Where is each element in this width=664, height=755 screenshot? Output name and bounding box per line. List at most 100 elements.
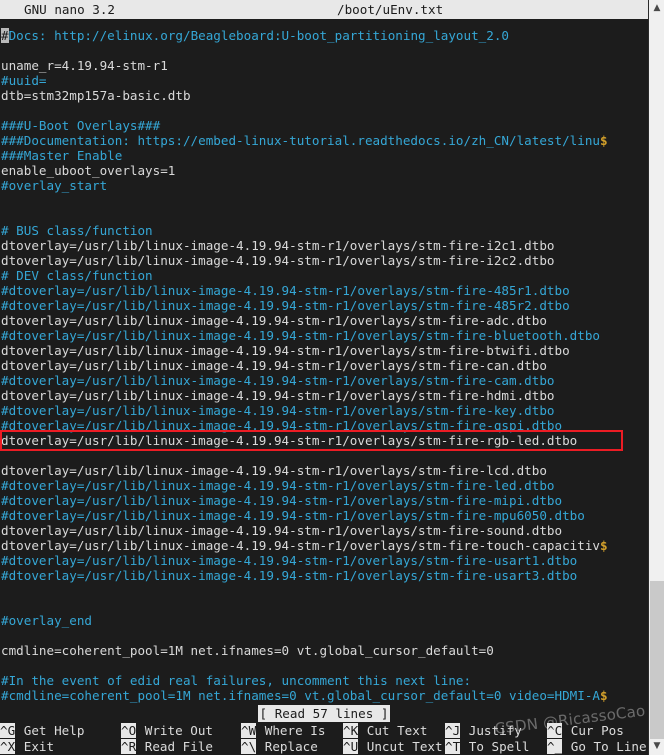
shortcut-where-is[interactable]: ^W Where Is	[241, 722, 343, 738]
line-text: #dtoverlay=/usr/lib/linux-image-4.19.94-…	[1, 568, 578, 583]
line-text: dtoverlay=/usr/lib/linux-image-4.19.94-s…	[1, 343, 570, 358]
line-text: ###U-Boot Overlays###	[1, 118, 161, 133]
editor-line[interactable]: enable_uboot_overlays=1	[1, 163, 648, 178]
vertical-scrollbar[interactable]: ▲ ▼	[648, 0, 664, 755]
editor-line[interactable]: dtoverlay=/usr/lib/linux-image-4.19.94-s…	[1, 343, 648, 358]
scrollbar-thumb[interactable]	[650, 581, 664, 739]
shortcut-key: ^W	[241, 722, 257, 738]
editor-line[interactable]: #dtoverlay=/usr/lib/linux-image-4.19.94-…	[1, 478, 648, 493]
shortcut-help-bar: ^G Get Help ^O Write Out ^W Where Is ^K Cut…	[0, 722, 648, 755]
line-text: dtoverlay=/usr/lib/linux-image-4.19.94-s…	[1, 388, 555, 403]
editor-line[interactable]: dtoverlay=/usr/lib/linux-image-4.19.94-s…	[1, 538, 648, 553]
editor-line[interactable]: dtoverlay=/usr/lib/linux-image-4.19.94-s…	[1, 433, 648, 448]
line-text: #uuid=	[1, 73, 47, 88]
editor-line[interactable]: #In the event of edid real failures, unc…	[1, 673, 648, 688]
line-text: dtoverlay=/usr/lib/linux-image-4.19.94-s…	[1, 253, 555, 268]
editor-line[interactable]: dtoverlay=/usr/lib/linux-image-4.19.94-s…	[1, 253, 648, 268]
editor-line[interactable]: #dtoverlay=/usr/lib/linux-image-4.19.94-…	[1, 373, 648, 388]
shortcut-label: Get Help	[16, 722, 85, 738]
editor-line[interactable]: #dtoverlay=/usr/lib/linux-image-4.19.94-…	[1, 493, 648, 508]
shortcut-uncut-text[interactable]: ^U Uncut Text	[343, 738, 445, 754]
line-text: # DEV class/function	[1, 268, 153, 283]
shortcut-key: ^_	[547, 738, 563, 754]
shortcut-label: Replace	[257, 738, 318, 754]
shortcut-to-spell[interactable]: ^T To Spell	[445, 738, 547, 754]
editor-line[interactable]: # DEV class/function	[1, 268, 648, 283]
line-text: #In the event of edid real failures, unc…	[1, 673, 472, 688]
editor-line[interactable]	[1, 448, 648, 463]
editor-line[interactable]: dtoverlay=/usr/lib/linux-image-4.19.94-s…	[1, 523, 648, 538]
editor-line[interactable]: #dtoverlay=/usr/lib/linux-image-4.19.94-…	[1, 568, 648, 583]
shortcut-cut-text[interactable]: ^K Cut Text	[343, 722, 445, 738]
editor-line[interactable]: #dtoverlay=/usr/lib/linux-image-4.19.94-…	[1, 283, 648, 298]
line-text: enable_uboot_overlays=1	[1, 163, 176, 178]
editor-line[interactable]	[1, 658, 648, 673]
titlebar: GNU nano 3.2 /boot/uEnv.txt	[0, 0, 648, 19]
editor-line[interactable]: # BUS class/function	[1, 223, 648, 238]
shortcut-row-2: ^X Exit ^R Read File ^\ Replace ^U Uncut Te…	[0, 738, 648, 754]
editor-line[interactable]: #uuid=	[1, 73, 648, 88]
line-text: dtoverlay=/usr/lib/linux-image-4.19.94-s…	[1, 433, 578, 448]
editor-line[interactable]: #dtoverlay=/usr/lib/linux-image-4.19.94-…	[1, 508, 648, 523]
line-text: #dtoverlay=/usr/lib/linux-image-4.19.94-…	[1, 508, 585, 523]
editor-line[interactable]: dtoverlay=/usr/lib/linux-image-4.19.94-s…	[1, 388, 648, 403]
line-text: Docs: http://elinux.org/Beagleboard:U-bo…	[8, 28, 510, 43]
line-text: dtoverlay=/usr/lib/linux-image-4.19.94-s…	[1, 313, 547, 328]
shortcut-justify[interactable]: ^J Justify	[445, 722, 547, 738]
shortcut-get-help[interactable]: ^G Get Help	[0, 722, 121, 738]
line-text: dtoverlay=/usr/lib/linux-image-4.19.94-s…	[1, 523, 563, 538]
editor-lines[interactable]: #Docs: http://elinux.org/Beagleboard:U-b…	[1, 28, 648, 703]
line-text: #dtoverlay=/usr/lib/linux-image-4.19.94-…	[1, 553, 578, 568]
line-text: dtoverlay=/usr/lib/linux-image-4.19.94-s…	[1, 358, 547, 373]
editor-line[interactable]: #overlay_start	[1, 178, 648, 193]
shortcut-replace[interactable]: ^\ Replace	[241, 738, 343, 754]
shortcut-key: ^J	[445, 722, 461, 738]
editor-line[interactable]	[1, 628, 648, 643]
editor-line[interactable]	[1, 598, 648, 613]
editor-line[interactable]: ###U-Boot Overlays###	[1, 118, 648, 133]
editor-line[interactable]	[1, 193, 648, 208]
scroll-down-arrow-icon[interactable]: ▼	[649, 738, 664, 755]
line-text: #dtoverlay=/usr/lib/linux-image-4.19.94-…	[1, 478, 555, 493]
editor-line[interactable]: dtoverlay=/usr/lib/linux-image-4.19.94-s…	[1, 238, 648, 253]
line-text: #dtoverlay=/usr/lib/linux-image-4.19.94-…	[1, 418, 563, 433]
editor-line[interactable]: ###Documentation: https://embed-linux-tu…	[1, 133, 648, 148]
editor-line[interactable]	[1, 208, 648, 223]
editor-line[interactable]: ###Master Enable	[1, 148, 648, 163]
line-text: dtb=stm32mp157a-basic.dtb	[1, 88, 191, 103]
editor-line[interactable]: #cmdline=coherent_pool=1M net.ifnames=0 …	[1, 688, 648, 703]
chevron-up-icon: ▲	[653, 3, 661, 13]
editor-line[interactable]: #dtoverlay=/usr/lib/linux-image-4.19.94-…	[1, 298, 648, 313]
editor-line[interactable]: dtoverlay=/usr/lib/linux-image-4.19.94-s…	[1, 358, 648, 373]
editor-line[interactable]: #dtoverlay=/usr/lib/linux-image-4.19.94-…	[1, 418, 648, 433]
status-bar: [ Read 57 lines ]	[0, 705, 648, 722]
shortcut-exit[interactable]: ^X Exit	[0, 738, 121, 754]
line-text: #dtoverlay=/usr/lib/linux-image-4.19.94-…	[1, 298, 570, 313]
editor-line[interactable]: cmdline=coherent_pool=1M net.ifnames=0 v…	[1, 643, 648, 658]
shortcut-cur-pos[interactable]: ^C Cur Pos	[547, 722, 648, 738]
shortcut-read-file[interactable]: ^R Read File	[121, 738, 241, 754]
shortcut-label: Read File	[137, 738, 213, 754]
editor-line[interactable]	[1, 583, 648, 598]
editor-line[interactable]	[1, 103, 648, 118]
line-text: #overlay_end	[1, 613, 92, 628]
editor-line[interactable]: #dtoverlay=/usr/lib/linux-image-4.19.94-…	[1, 553, 648, 568]
editor-line[interactable]: #dtoverlay=/usr/lib/linux-image-4.19.94-…	[1, 403, 648, 418]
editor-line[interactable]: #dtoverlay=/usr/lib/linux-image-4.19.94-…	[1, 328, 648, 343]
shortcut-write-out[interactable]: ^O Write Out	[121, 722, 241, 738]
scroll-up-arrow-icon[interactable]: ▲	[649, 0, 664, 17]
shortcut-key: ^O	[121, 722, 137, 738]
editor-line[interactable]: dtoverlay=/usr/lib/linux-image-4.19.94-s…	[1, 313, 648, 328]
editor-line[interactable]: dtoverlay=/usr/lib/linux-image-4.19.94-s…	[1, 463, 648, 478]
line-text: uname_r=4.19.94-stm-r1	[1, 58, 168, 73]
editor-line[interactable]: dtb=stm32mp157a-basic.dtb	[1, 88, 648, 103]
line-text: #overlay_start	[1, 178, 108, 193]
editor-text-area[interactable]: #Docs: http://elinux.org/Beagleboard:U-b…	[0, 28, 648, 706]
editor-line[interactable]: #Docs: http://elinux.org/Beagleboard:U-b…	[1, 28, 648, 43]
shortcut-label: Justify	[461, 722, 522, 738]
editor-line[interactable]: #overlay_end	[1, 613, 648, 628]
editor-line[interactable]: uname_r=4.19.94-stm-r1	[1, 58, 648, 73]
shortcut-label: Where Is	[257, 722, 326, 738]
shortcut-go-to-line[interactable]: ^_ Go To Line	[547, 738, 648, 754]
editor-line[interactable]	[1, 43, 648, 58]
